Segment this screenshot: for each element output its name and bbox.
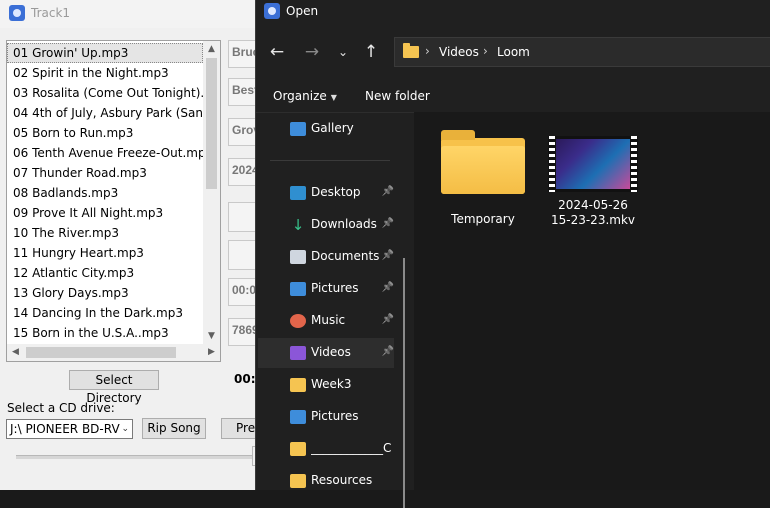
folder-icon	[290, 378, 306, 392]
app-icon	[264, 3, 280, 19]
file-item-folder[interactable]: Temporary	[432, 124, 534, 227]
pin-icon: 📌	[381, 186, 394, 197]
app-icon	[9, 5, 25, 21]
pin-icon: 📌	[381, 282, 394, 293]
nav-item-pictures[interactable]: Pictures 📌	[258, 274, 394, 304]
song-list-item[interactable]: 04 4th of July, Asbury Park (Sandy).mp3	[7, 103, 203, 123]
nav-item-resources[interactable]: Resources	[258, 466, 394, 496]
breadcrumb-loom[interactable]: Loom	[497, 45, 530, 59]
music-icon	[290, 314, 306, 328]
song-list-item[interactable]: 15 Born in the U.S.A..mp3	[7, 323, 203, 343]
chevron-down-icon: ⌄	[121, 424, 129, 434]
pin-icon: 📌	[381, 314, 394, 325]
track1-titlebar[interactable]: Track1	[0, 0, 262, 28]
nav-item-downloads[interactable]: ↓ Downloads 📌	[258, 210, 394, 240]
position-slider-track[interactable]	[16, 455, 256, 459]
track1-window: Track1 01 Growin' Up.mp3 02 Spirit in the…	[0, 0, 268, 490]
scroll-up-icon[interactable]: ▲	[203, 41, 220, 58]
song-list-item[interactable]: 13 Glory Days.mp3	[7, 283, 203, 303]
cd-drive-value: J:\ PIONEER BD-RV	[10, 422, 120, 436]
nav-scrollbar[interactable]	[403, 258, 405, 508]
pictures-icon	[290, 282, 306, 296]
folder-icon	[290, 442, 306, 456]
cd-drive-select[interactable]: J:\ PIONEER BD-RV ⌄	[6, 419, 133, 439]
nav-item-label: Gallery	[311, 121, 354, 135]
chevron-right-icon[interactable]: ›	[483, 44, 488, 58]
scroll-thumb[interactable]	[26, 347, 176, 358]
gallery-icon	[290, 122, 306, 136]
pin-icon: 📌	[381, 346, 394, 357]
video-thumbnail-icon	[548, 136, 638, 192]
nav-item-c[interactable]: ____________C	[258, 434, 394, 464]
nav-divider	[270, 160, 390, 161]
scroll-down-icon[interactable]: ▼	[203, 328, 220, 345]
chevron-right-icon[interactable]: ›	[425, 44, 430, 58]
song-list-item[interactable]: 02 Spirit in the Night.mp3	[7, 63, 203, 83]
nav-item-label: Resources	[311, 473, 373, 487]
song-list-vertical-scrollbar[interactable]: ▲ ▼	[203, 41, 220, 345]
song-list-item[interactable]: 01 Growin' Up.mp3	[7, 43, 203, 63]
song-list[interactable]: 01 Growin' Up.mp3 02 Spirit in the Night.…	[6, 40, 221, 362]
pin-icon: 📌	[381, 250, 394, 261]
song-list-item[interactable]: 09 Prove It All Night.mp3	[7, 203, 203, 223]
nav-item-pictures[interactable]: Pictures	[258, 402, 394, 432]
scroll-right-icon[interactable]: ▶	[203, 344, 220, 361]
pictures-icon	[290, 410, 306, 424]
nav-item-label: Pictures	[311, 409, 359, 423]
song-list-item[interactable]: 07 Thunder Road.mp3	[7, 163, 203, 183]
song-list-item[interactable]: 05 Born to Run.mp3	[7, 123, 203, 143]
cd-drive-label: Select a CD drive:	[7, 401, 115, 415]
select-directory-button[interactable]: Select Directory	[69, 370, 159, 405]
pin-icon: 📌	[381, 218, 394, 229]
dialog-toolbar: Organize ▼ New folder	[256, 80, 770, 113]
nav-item-gallery[interactable]: Gallery	[258, 114, 394, 144]
nav-item-label: ____________C	[311, 441, 392, 455]
downloads-icon: ↓	[291, 216, 305, 234]
folder-icon	[290, 474, 306, 488]
address-bar[interactable]: › Videos › Loom	[394, 37, 770, 67]
chevron-down-icon[interactable]: ⌄	[331, 40, 355, 64]
nav-item-documents[interactable]: Documents 📌	[258, 242, 394, 272]
nav-item-music[interactable]: Music 📌	[258, 306, 394, 336]
song-list-item[interactable]: 03 Rosalita (Come Out Tonight).mp3	[7, 83, 203, 103]
song-list-item[interactable]: 12 Atlantic City.mp3	[7, 263, 203, 283]
file-name: 2024-05-26 15-23-23.mkv	[550, 198, 636, 227]
breadcrumb-videos[interactable]: Videos	[439, 45, 479, 59]
desktop-icon	[290, 186, 306, 200]
song-list-item[interactable]: 11 Hungry Heart.mp3	[7, 243, 203, 263]
folder-icon	[403, 43, 419, 58]
song-list-item[interactable]: 06 Tenth Avenue Freeze-Out.mp3	[7, 143, 203, 163]
window-title: Track1	[31, 6, 71, 20]
back-arrow-icon[interactable]: ←	[265, 40, 289, 64]
file-list[interactable]: Temporary 2024-05-26 15-23-23.mkv	[414, 112, 770, 490]
file-item-video[interactable]: 2024-05-26 15-23-23.mkv	[542, 124, 644, 228]
nav-item-week3[interactable]: Week3	[258, 370, 394, 400]
file-name: Temporary	[451, 212, 515, 226]
scroll-thumb[interactable]	[206, 58, 217, 189]
new-folder-button[interactable]: New folder	[365, 89, 430, 103]
open-file-dialog: Open ← → ⌄ ↑ › Videos › Loom Organize ▼ N…	[255, 0, 770, 508]
organize-button[interactable]: Organize ▼	[273, 89, 337, 103]
navigation-pane[interactable]: Gallery Desktop 📌 ↓ Downloads 📌 Documents 📌 Pict…	[256, 112, 406, 508]
rip-song-button[interactable]: Rip Song	[142, 418, 206, 439]
organize-label: Organize	[273, 89, 327, 103]
nav-item-desktop[interactable]: Desktop 📌	[258, 178, 394, 208]
scroll-left-icon[interactable]: ◀	[7, 344, 24, 361]
forward-arrow-icon[interactable]: →	[300, 40, 324, 64]
song-list-item[interactable]: 08 Badlands.mp3	[7, 183, 203, 203]
nav-item-label: Week3	[311, 377, 352, 391]
song-list-item[interactable]: 14 Dancing In the Dark.mp3	[7, 303, 203, 323]
dialog-title: Open	[286, 4, 319, 18]
folder-icon	[441, 130, 525, 194]
documents-icon	[290, 250, 306, 264]
song-list-item[interactable]: 10 The River.mp3	[7, 223, 203, 243]
up-arrow-icon[interactable]: ↑	[359, 40, 383, 64]
videos-icon	[290, 346, 306, 360]
caret-down-icon: ▼	[330, 93, 337, 102]
nav-item-videos[interactable]: Videos 📌	[258, 338, 394, 368]
song-list-horizontal-scrollbar[interactable]: ◀ ▶	[7, 344, 220, 361]
